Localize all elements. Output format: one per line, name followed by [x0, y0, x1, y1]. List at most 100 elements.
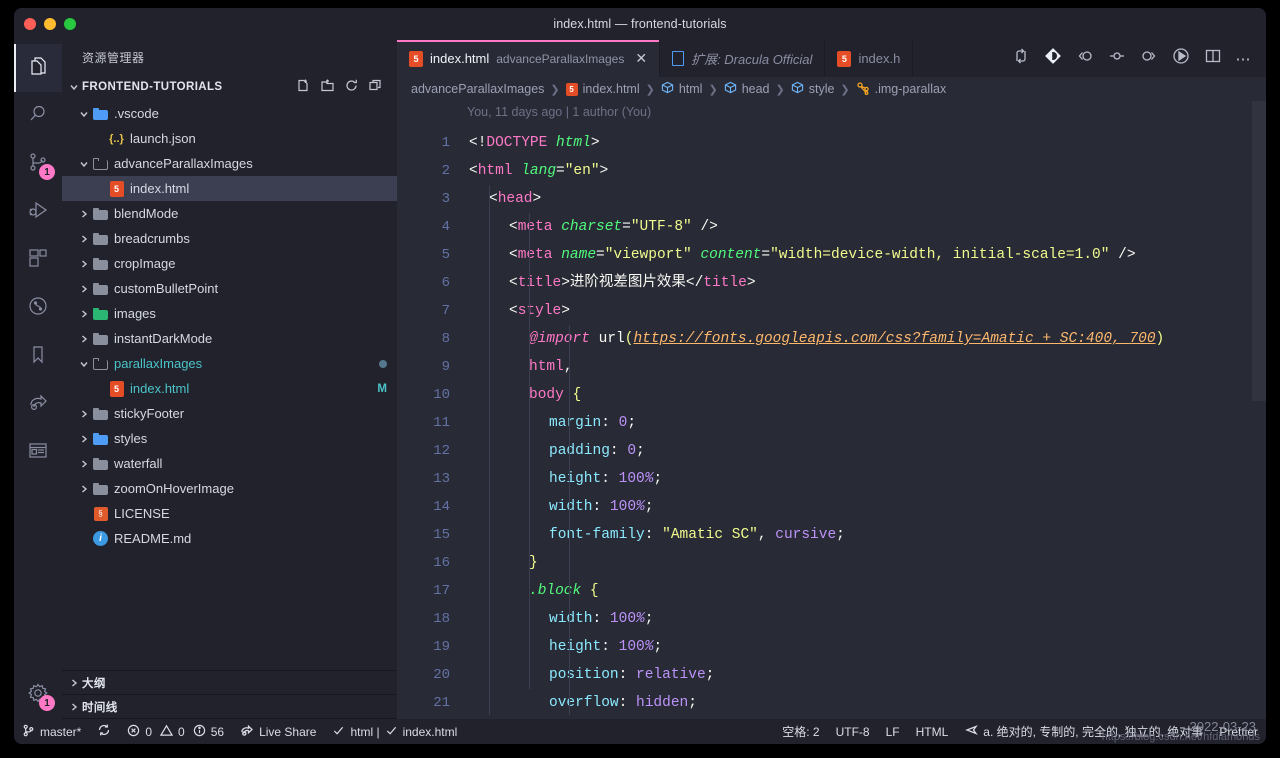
- folder-vscode-icon: [92, 105, 109, 122]
- tree-item-license[interactable]: § LICENSE: [62, 501, 397, 526]
- line-number: 17: [433, 583, 450, 599]
- more-actions-icon[interactable]: ⋯: [1236, 50, 1253, 68]
- compare-icon[interactable]: [1012, 47, 1030, 70]
- code-line: <head>: [489, 191, 542, 207]
- go-forward-icon[interactable]: [1140, 47, 1158, 70]
- chevron-right-icon: [76, 306, 92, 322]
- activity-item-live-share[interactable]: [14, 380, 62, 428]
- breadcrumb-item-file[interactable]: 5 index.html: [565, 82, 640, 96]
- line-number: 8: [441, 331, 450, 347]
- collapse-all-icon[interactable]: [368, 78, 383, 96]
- tree-item-readme[interactable]: i README.md: [62, 526, 397, 551]
- status-problems[interactable]: 0 0 56: [119, 719, 232, 744]
- toggle-icon[interactable]: [1108, 47, 1126, 70]
- line-number: 20: [433, 667, 450, 683]
- run-preview-icon[interactable]: [1172, 47, 1190, 70]
- status-eol[interactable]: LF: [878, 725, 908, 739]
- tree-item-breadcrumbs[interactable]: breadcrumbs: [62, 226, 397, 251]
- folder-styles-icon: [92, 430, 109, 447]
- folder-icon: [92, 255, 109, 272]
- timeline-section-header[interactable]: 时间线: [62, 695, 397, 719]
- status-prettier[interactable]: Prettier: [1211, 725, 1266, 739]
- code-line: width: 100%;: [549, 499, 654, 515]
- code-editor[interactable]: You, 11 days ago | 1 author (You) 1 2 3 …: [397, 101, 1266, 715]
- activity-item-extensions[interactable]: [14, 236, 62, 284]
- code-line: <title>进阶视差图片效果</title>: [509, 275, 756, 291]
- check-label-html: html |: [350, 724, 380, 739]
- breadcrumb-label: .img-parallax: [874, 82, 947, 96]
- status-live-share[interactable]: Live Share: [232, 719, 324, 744]
- tree-item-stickyfooter[interactable]: stickyFooter: [62, 401, 397, 426]
- tree-item-index-html-advance[interactable]: 5 index.html: [62, 176, 397, 201]
- tree-item-label: breadcrumbs: [114, 231, 190, 246]
- css-selector-icon: [856, 81, 870, 98]
- tree-item-custombulletpoint[interactable]: customBulletPoint: [62, 276, 397, 301]
- tab-dracula-extension[interactable]: 扩展: Dracula Official: [660, 40, 826, 77]
- check-icon: [385, 724, 398, 740]
- line-number: 21: [433, 695, 450, 711]
- tree-item-label: images: [114, 306, 156, 321]
- tab-index-html-secondary[interactable]: 5 index.h: [825, 40, 914, 77]
- activity-item-settings[interactable]: 1: [14, 671, 62, 719]
- activity-item-bookmarks[interactable]: [14, 332, 62, 380]
- tree-item-blendmode[interactable]: blendMode: [62, 201, 397, 226]
- activity-item-run-debug[interactable]: [14, 188, 62, 236]
- code-content[interactable]: <!DOCTYPE html> <html lang="en"> <head> <me…: [467, 101, 1266, 715]
- status-encoding[interactable]: UTF-8: [828, 725, 878, 739]
- status-sync[interactable]: [89, 719, 119, 744]
- status-branch[interactable]: master*: [14, 719, 89, 744]
- status-dictionary[interactable]: a. 绝对的, 专制的, 完全的, 独立的, 绝对事: [956, 723, 1211, 740]
- tree-item-instantdarkmode[interactable]: instantDarkMode: [62, 326, 397, 351]
- outline-section-header[interactable]: 大纲: [62, 671, 397, 695]
- browser-preview-icon: [27, 439, 49, 466]
- tree-item-images[interactable]: images: [62, 301, 397, 326]
- new-folder-icon[interactable]: [320, 78, 335, 96]
- tree-item-cropimage[interactable]: cropImage: [62, 251, 397, 276]
- tree-item-vscode[interactable]: .vscode: [62, 101, 397, 126]
- tab-label: index.h: [858, 51, 901, 66]
- folder-icon: [92, 205, 109, 222]
- code-line: overflow: hidden;: [549, 695, 697, 711]
- code-line: position: relative;: [549, 667, 715, 683]
- file-tree[interactable]: .vscode {..} launch.json advanceParallax…: [62, 99, 397, 670]
- breadcrumb-item-selector[interactable]: .img-parallax: [856, 81, 947, 98]
- activity-item-source-control[interactable]: 1: [14, 140, 62, 188]
- tree-item-index-html-parallax[interactable]: 5 index.html M: [62, 376, 397, 401]
- minimap-slider[interactable]: [1252, 101, 1266, 401]
- close-icon[interactable]: ✕: [635, 50, 647, 67]
- breadcrumb-item-head[interactable]: head: [724, 81, 770, 97]
- live-share-icon: [240, 723, 254, 740]
- activity-item-git-graph[interactable]: [14, 284, 62, 332]
- new-file-icon[interactable]: [296, 78, 311, 96]
- document-icon: [672, 51, 685, 66]
- split-editor-icon[interactable]: [1204, 47, 1222, 70]
- tree-item-parallaximages[interactable]: parallaxImages: [62, 351, 397, 376]
- tree-item-waterfall[interactable]: waterfall: [62, 451, 397, 476]
- go-back-icon[interactable]: [1076, 47, 1094, 70]
- git-diff-icon[interactable]: [1044, 47, 1062, 70]
- breadcrumb-item-html[interactable]: html: [661, 81, 702, 97]
- activity-item-explorer[interactable]: [14, 44, 62, 92]
- breadcrumb-item-folder[interactable]: advanceParallaxImages: [411, 82, 544, 96]
- tab-index-html[interactable]: 5 index.html advanceParallaxImages ✕: [397, 40, 661, 77]
- tree-item-launch-json[interactable]: {..} launch.json: [62, 126, 397, 151]
- code-line: width: 100%;: [549, 611, 654, 627]
- info-icon: [193, 724, 206, 740]
- refresh-icon[interactable]: [344, 78, 359, 96]
- activity-item-search[interactable]: [14, 92, 62, 140]
- activity-item-browser-preview[interactable]: [14, 428, 62, 476]
- status-checks[interactable]: html | index.html: [324, 719, 465, 744]
- status-language-mode[interactable]: HTML: [908, 725, 957, 739]
- live-share-icon: [27, 391, 49, 418]
- tree-item-zoomonhoverimage[interactable]: zoomOnHoverImage: [62, 476, 397, 501]
- vscode-window: index.html — frontend-tutorials 1 1 资源管理…: [14, 8, 1266, 744]
- explorer-project-header[interactable]: FRONTEND-TUTORIALS: [62, 75, 397, 99]
- tree-item-styles[interactable]: styles: [62, 426, 397, 451]
- tree-item-advanceparallaximages[interactable]: advanceParallaxImages: [62, 151, 397, 176]
- minimap[interactable]: [1252, 101, 1266, 715]
- breadcrumb-item-style[interactable]: style: [791, 81, 834, 97]
- search-icon: [27, 103, 49, 130]
- live-share-label: Live Share: [259, 724, 317, 739]
- status-indentation[interactable]: 空格: 2: [774, 723, 827, 740]
- tree-item-label: index.html: [130, 381, 190, 396]
